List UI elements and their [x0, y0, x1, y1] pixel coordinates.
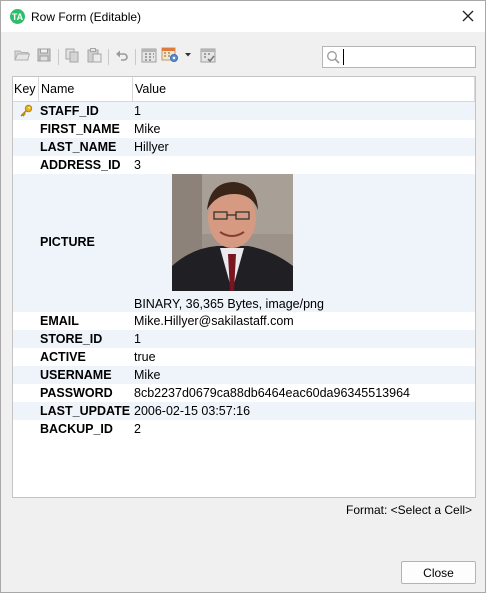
field-value[interactable]: true — [134, 350, 156, 364]
open-folder-icon[interactable] — [13, 45, 31, 65]
calendar-settings-icon[interactable] — [161, 45, 179, 65]
grid-header: Key Name Value — [13, 77, 475, 102]
field-name: LAST_NAME — [40, 140, 117, 154]
field-value[interactable]: Mike — [134, 368, 160, 382]
record-grid: Key Name Value STAFF_ID 1 FIRST_NAME Mik… — [12, 76, 476, 498]
field-value[interactable]: 1 — [134, 332, 141, 346]
column-header-key[interactable]: Key — [13, 77, 39, 102]
table-row[interactable]: ACTIVE true — [13, 348, 475, 366]
table-row[interactable]: PICTURE BINARY, 36,365 Bytes, image/png — [13, 174, 475, 312]
close-button[interactable]: Close — [401, 561, 476, 584]
table-row[interactable]: STORE_ID 1 — [13, 330, 475, 348]
undo-icon[interactable] — [113, 45, 131, 65]
table-row[interactable]: STAFF_ID 1 — [13, 102, 475, 120]
calendar-icon[interactable] — [140, 45, 158, 65]
toolbar-separator — [58, 49, 59, 65]
field-name: STORE_ID — [40, 332, 103, 346]
column-header-name[interactable]: Name — [39, 77, 133, 102]
toolbar-separator — [108, 49, 109, 65]
field-name: PICTURE — [40, 235, 95, 249]
search-input[interactable] — [343, 49, 473, 65]
field-value[interactable]: 2 — [134, 422, 141, 436]
field-value[interactable]: Mike — [134, 122, 160, 136]
table-row[interactable]: BACKUP_ID 2 — [13, 420, 475, 438]
field-name: LAST_UPDATE — [40, 404, 131, 418]
field-value[interactable]: 8cb2237d0679ca88db6464eac60da96345513964 — [134, 386, 410, 400]
dropdown-arrow-icon[interactable] — [183, 45, 193, 65]
calendar-check-icon[interactable] — [199, 45, 217, 65]
format-status-label: Format: <Select a Cell> — [346, 503, 473, 517]
table-row[interactable]: EMAIL Mike.Hillyer@sakilastaff.com — [13, 312, 475, 330]
window-title: Row Form (Editable) — [31, 10, 142, 24]
table-row[interactable]: ADDRESS_ID 3 — [13, 156, 475, 174]
field-value[interactable]: Mike.Hillyer@sakilastaff.com — [134, 314, 294, 328]
field-value[interactable]: BINARY, 36,365 Bytes, image/png — [134, 297, 324, 311]
field-name: STAFF_ID — [40, 104, 99, 118]
field-name: ADDRESS_ID — [40, 158, 121, 172]
field-value[interactable]: 3 — [134, 158, 141, 172]
table-row[interactable]: LAST_UPDATE 2006-02-15 03:57:16 — [13, 402, 475, 420]
toolbar-separator — [135, 49, 136, 65]
close-window-icon[interactable] — [459, 7, 477, 25]
field-value[interactable]: 1 — [134, 104, 141, 118]
field-name: EMAIL — [40, 314, 79, 328]
save-icon[interactable] — [35, 45, 53, 65]
field-name: PASSWORD — [40, 386, 113, 400]
row-form-window: TA Row Form (Editable) Key Name Value ST… — [0, 0, 486, 593]
field-name: USERNAME — [40, 368, 112, 382]
search-box — [322, 46, 476, 68]
table-row[interactable]: USERNAME Mike — [13, 366, 475, 384]
field-value[interactable]: Hillyer — [134, 140, 169, 154]
table-row[interactable]: LAST_NAME Hillyer — [13, 138, 475, 156]
table-row[interactable]: PASSWORD 8cb2237d0679ca88db6464eac60da96… — [13, 384, 475, 402]
staff-photo[interactable] — [172, 174, 293, 291]
table-row[interactable]: FIRST_NAME Mike — [13, 120, 475, 138]
app-logo-icon: TA — [10, 9, 25, 24]
field-name: ACTIVE — [40, 350, 86, 364]
paste-icon[interactable] — [85, 45, 103, 65]
column-header-value[interactable]: Value — [133, 77, 475, 102]
primary-key-icon — [19, 104, 33, 118]
field-value[interactable]: 2006-02-15 03:57:16 — [134, 404, 250, 418]
search-icon — [326, 50, 341, 65]
field-name: FIRST_NAME — [40, 122, 120, 136]
title-bar: TA Row Form (Editable) — [1, 1, 485, 32]
key-cell — [13, 102, 39, 120]
field-name: BACKUP_ID — [40, 422, 113, 436]
copy-icon[interactable] — [63, 45, 81, 65]
